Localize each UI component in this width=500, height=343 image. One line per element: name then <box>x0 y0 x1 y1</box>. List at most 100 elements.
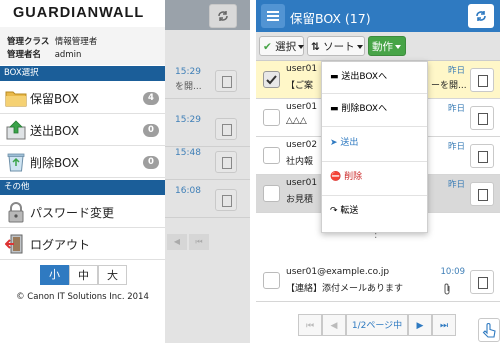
folder-icon: ▬ <box>330 104 339 114</box>
checkbox-checked[interactable] <box>263 71 280 88</box>
background-time: 15:29 <box>175 115 201 125</box>
font-size-large-button[interactable]: 大 <box>98 265 127 285</box>
detail-button[interactable] <box>470 144 494 168</box>
detail-button[interactable] <box>470 182 494 206</box>
refresh-button[interactable] <box>468 4 494 28</box>
font-size-medium-button[interactable]: 中 <box>69 265 98 285</box>
background-row: 16:08 <box>165 183 250 218</box>
prev-page-icon[interactable]: ◀ <box>322 314 346 336</box>
send-icon: ➤ <box>330 138 338 148</box>
check-icon: ✔ <box>263 41 272 53</box>
detail-button[interactable] <box>470 270 494 294</box>
document-icon <box>478 75 488 87</box>
action-button[interactable]: 動作 <box>368 36 406 56</box>
dropdown-item-label: 削除 <box>344 172 363 182</box>
dropdown-item-send[interactable]: ➤ 送出 <box>322 130 427 157</box>
select-label: 選択 <box>275 41 297 53</box>
menu-item-label: 保留BOX <box>30 92 79 106</box>
copyright: © Canon IT Solutions Inc. 2014 <box>16 292 149 302</box>
checkbox[interactable] <box>263 272 280 289</box>
count-badge: 4 <box>143 92 159 105</box>
mail-time: 10:09 <box>440 267 466 277</box>
dropdown-item-delete[interactable]: ⛔ 削除 <box>322 164 427 191</box>
last-page-icon[interactable]: ⏭ <box>432 314 456 336</box>
background-doc-icon <box>215 189 237 211</box>
background-doc-icon <box>215 151 237 173</box>
background-snippet: を開... <box>175 82 202 92</box>
user-name-label: 管理者名 <box>7 50 42 60</box>
section-header-other: その他 <box>0 180 165 195</box>
document-icon <box>478 151 488 163</box>
mail-sender: user02 <box>286 140 318 150</box>
user-name-line: 管理者名 admin <box>7 48 81 60</box>
mail-subject: △△△ <box>286 116 307 126</box>
send-box-icon <box>5 119 27 141</box>
mail-time: 昨日 <box>447 66 465 76</box>
section-header-box-select: BOX選択 <box>0 66 165 81</box>
folder-icon: ▬ <box>330 72 339 82</box>
menu-item-change-password[interactable]: パスワード変更 <box>0 196 165 228</box>
menu-item-delete-box[interactable]: 削除BOX 0 <box>0 146 165 178</box>
background-mail-list: 15:29 を開... 15:29 15:48 16:08 ◀ ⏮ <box>165 0 250 343</box>
page-title: 保留BOX (17) <box>290 11 371 26</box>
mail-subject: 【連絡】添付メールあります <box>286 284 404 294</box>
mail-time: 昨日 <box>447 180 465 190</box>
menu-item-logout[interactable]: ログアウト <box>0 228 165 260</box>
background-pager: ◀ ⏮ <box>165 230 250 254</box>
page-indicator[interactable]: 1/2ページ中 <box>346 314 408 336</box>
right-screen: 保留BOX (17) ✔ 選択 ⇅ ソート 動作 user01 【ご案 ーを開.… <box>250 0 500 343</box>
dropdown-item-label: 送出BOXへ <box>341 72 388 82</box>
font-size-selector: 小 中 大 <box>40 265 127 285</box>
menu-button[interactable] <box>261 4 285 28</box>
menu-item-label: 送出BOX <box>30 124 79 138</box>
mail-subject-tail: ーを開... <box>431 81 467 91</box>
user-class-line: 管理クラス 情報管理者 <box>7 35 97 47</box>
touch-button[interactable] <box>478 318 500 342</box>
next-page-icon[interactable]: ▶ <box>408 314 432 336</box>
refresh-icon <box>476 11 486 21</box>
background-row: 15:29 を開... <box>165 64 250 99</box>
app-header: 保留BOX (17) <box>256 0 500 32</box>
detail-button[interactable] <box>470 68 494 92</box>
background-pager-prev-icon: ◀ <box>167 234 187 250</box>
checkbox[interactable] <box>263 147 280 164</box>
menu-item-label: パスワード変更 <box>30 206 115 220</box>
user-info: 管理クラス 情報管理者 管理者名 admin <box>0 27 165 65</box>
touch-icon <box>482 323 496 338</box>
document-icon <box>478 277 488 289</box>
background-header <box>165 0 250 30</box>
user-class-value: 情報管理者 <box>54 37 98 47</box>
paperclip-icon <box>442 280 452 299</box>
logout-icon <box>4 233 27 255</box>
mail-sender: user01@example.co.jp <box>286 267 390 277</box>
checkbox[interactable] <box>263 109 280 126</box>
background-doc-icon <box>215 70 237 92</box>
menu-item-hold-box[interactable]: 保留BOX 4 <box>0 82 165 114</box>
sort-icon: ⇅ <box>311 41 320 53</box>
dropdown-item-forward[interactable]: ↷ 転送 <box>322 198 427 225</box>
dropdown-item-move-to-delete-box[interactable]: ▬ 削除BOXへ <box>322 96 427 123</box>
sort-button[interactable]: ⇅ ソート <box>307 36 365 56</box>
forward-icon: ↷ <box>330 206 338 216</box>
select-button[interactable]: ✔ 選択 <box>259 36 305 56</box>
count-badge: 0 <box>143 156 159 169</box>
mail-subject: 社内報 <box>286 157 314 167</box>
action-dropdown: ▬ 送出BOXへ ▬ 削除BOXへ ➤ 送出 ⛔ 削除 ↷ 転送 <box>321 61 428 233</box>
background-time: 16:08 <box>175 186 201 196</box>
checkbox[interactable] <box>263 185 280 202</box>
sort-label: ソート <box>323 41 355 53</box>
menu-item-label: ログアウト <box>30 238 91 252</box>
toolbar: ✔ 選択 ⇅ ソート 動作 <box>256 32 500 61</box>
menu-item-send-box[interactable]: 送出BOX 0 <box>0 114 165 146</box>
font-size-small-button[interactable]: 小 <box>40 265 69 285</box>
mail-subject: 【ご案 <box>286 81 314 91</box>
background-pager-first-icon: ⏮ <box>189 234 209 250</box>
background-doc-icon <box>215 118 237 140</box>
checkmark-icon <box>266 75 277 85</box>
first-page-icon[interactable]: ⏮ <box>298 314 322 336</box>
list-item[interactable]: user01@example.co.jp 【連絡】添付メールあります 10:09 <box>256 262 500 302</box>
dropdown-item-move-to-send-box[interactable]: ▬ 送出BOXへ <box>322 64 427 91</box>
recycle-bin-icon <box>5 151 27 173</box>
delete-icon: ⛔ <box>330 172 342 182</box>
detail-button[interactable] <box>470 106 494 130</box>
